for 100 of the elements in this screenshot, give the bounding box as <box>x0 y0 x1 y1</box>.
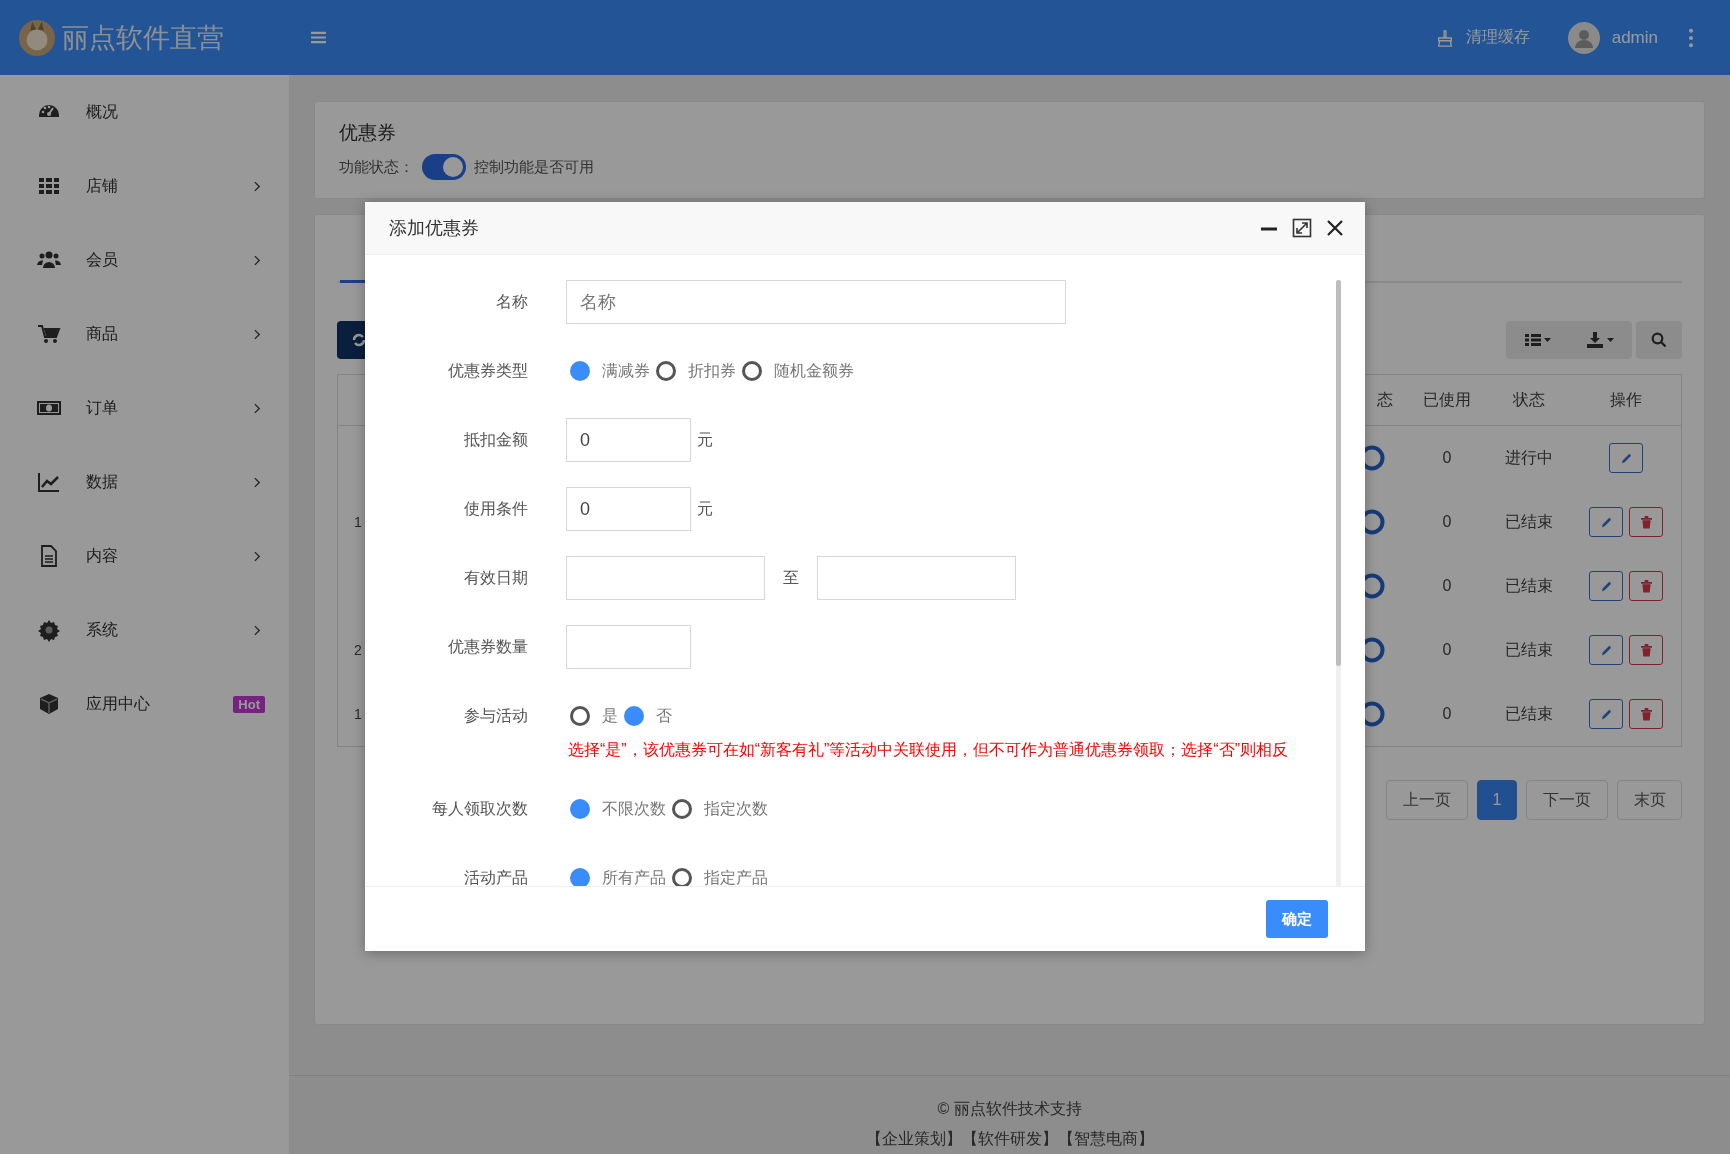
field-label: 名称 <box>495 292 528 312</box>
delete-button[interactable] <box>1629 507 1663 537</box>
page-button[interactable]: 1 <box>1477 780 1517 820</box>
radio-label[interactable]: 所有产品 <box>602 867 666 886</box>
table-cell: 0 <box>1442 513 1452 531</box>
edit-button[interactable] <box>1589 699 1623 729</box>
radio-button[interactable] <box>570 868 590 886</box>
amount-field[interactable]: 0 <box>566 487 691 531</box>
radio-button[interactable] <box>672 799 692 819</box>
table-cell-text: 2 <box>353 642 362 658</box>
unit-label: 元 <box>697 498 713 519</box>
edit-button[interactable] <box>1589 571 1623 601</box>
menu-icon[interactable] <box>311 31 326 44</box>
download-icon <box>1586 332 1615 348</box>
radio-label[interactable]: 满减券 <box>602 360 650 382</box>
pencil-icon <box>1599 515 1613 529</box>
sidebar-item[interactable]: 数据 <box>0 445 289 519</box>
quantity-field[interactable] <box>566 625 691 669</box>
clear-cache-button[interactable]: 清理缓存 <box>1435 27 1530 48</box>
cube-icon <box>37 692 61 716</box>
radio-button[interactable] <box>742 361 762 381</box>
copyright-text: © 丽点软件技术支持 <box>936 1099 1083 1119</box>
field-label: 优惠券数量 <box>447 637 528 657</box>
range-separator: 至 <box>783 567 799 588</box>
date-field[interactable] <box>817 556 1016 600</box>
table-cell: 0 <box>1442 577 1452 595</box>
avatar-icon <box>1567 21 1600 54</box>
toggle-switch[interactable] <box>422 154 466 180</box>
radio-button[interactable] <box>570 706 590 726</box>
radio-label[interactable]: 否 <box>656 705 672 727</box>
radio-label[interactable]: 指定次数 <box>704 798 768 820</box>
pencil-icon <box>1599 707 1613 721</box>
list-icon <box>1524 333 1551 347</box>
hint-text: 选择“是”，该优惠券可在如“新客有礼”等活动中关联使用，但不可作为普通优惠券领取；选择“否”则相反 <box>568 740 1288 760</box>
sidebar-item[interactable]: 概况 <box>0 75 289 149</box>
switch-hint: 控制功能是否可用 <box>474 157 594 177</box>
pencil-icon <box>1619 451 1633 465</box>
radio-label[interactable]: 是 <box>602 705 618 727</box>
cart-icon <box>37 322 61 346</box>
radio-button[interactable] <box>570 361 590 381</box>
delete-button[interactable] <box>1629 571 1663 601</box>
table-cell-text: 1 <box>353 706 362 722</box>
user-name[interactable]: admin <box>1611 27 1658 48</box>
table-cell-text: 已结束 <box>1505 575 1553 596</box>
edit-button[interactable] <box>1589 507 1623 537</box>
chevron-icon <box>254 624 261 636</box>
more-icon[interactable] <box>1688 27 1694 48</box>
sidebar-item[interactable]: 会员 <box>0 223 289 297</box>
trash-icon <box>1640 579 1652 593</box>
field-label: 有效日期 <box>463 568 528 588</box>
maximize-icon[interactable] <box>1292 218 1312 238</box>
trash-icon <box>1640 707 1652 721</box>
radio-button[interactable] <box>570 799 590 819</box>
confirm-button[interactable]: 确定 <box>1266 900 1328 938</box>
sidebar-item[interactable]: 商品 <box>0 297 289 371</box>
chevron-icon <box>254 476 261 488</box>
table-cell: 0 <box>1442 641 1452 659</box>
trash-icon <box>1640 515 1652 529</box>
page-button[interactable]: 末页 <box>1617 780 1682 820</box>
radio-label[interactable]: 指定产品 <box>704 867 768 886</box>
name-field[interactable]: 名称 <box>566 280 1066 324</box>
table-cell: 0 <box>1442 705 1452 723</box>
card-title: 优惠券 <box>339 121 397 145</box>
column-header: 已使用 <box>1423 389 1471 410</box>
radio-button[interactable] <box>624 706 644 726</box>
delete-button[interactable] <box>1629 699 1663 729</box>
brand-name: 丽点软件直营 <box>62 21 224 55</box>
close-icon[interactable] <box>1325 218 1345 238</box>
sidebar-item[interactable]: 内容 <box>0 519 289 593</box>
table-cell-text: 1 <box>353 514 362 530</box>
hot-badge: Hot <box>233 695 265 713</box>
sidebar-item[interactable]: 系统 <box>0 593 289 667</box>
radio-label[interactable]: 不限次数 <box>602 798 666 820</box>
radio-button[interactable] <box>656 361 676 381</box>
table-cell-text: 已结束 <box>1505 639 1553 660</box>
edit-button[interactable] <box>1589 635 1623 665</box>
sidebar-item[interactable]: 店铺 <box>0 149 289 223</box>
edit-button[interactable] <box>1609 443 1643 473</box>
page-button[interactable]: 下一页 <box>1526 780 1608 820</box>
unit-label: 元 <box>697 429 713 450</box>
radio-label[interactable]: 随机金额券 <box>774 360 854 382</box>
sidebar-item[interactable]: 应用中心 Hot <box>0 667 289 741</box>
search-icon <box>1651 332 1667 348</box>
field-label: 优惠券类型 <box>447 361 528 381</box>
date-field[interactable] <box>566 556 765 600</box>
radio-button[interactable] <box>672 868 692 886</box>
search-button[interactable] <box>1636 321 1682 359</box>
field-label: 活动产品 <box>463 868 528 886</box>
scrollbar[interactable] <box>1336 280 1341 886</box>
page-button[interactable]: 上一页 <box>1386 780 1468 820</box>
table-cell-text: 已结束 <box>1505 511 1553 532</box>
field-label: 每人领取次数 <box>431 799 528 819</box>
amount-field[interactable]: 0 <box>566 418 691 462</box>
pencil-icon <box>1599 643 1613 657</box>
sidebar-item[interactable]: 订单 <box>0 371 289 445</box>
delete-button[interactable] <box>1629 635 1663 665</box>
footer-links[interactable]: 【企业策划】【软件研发】【智慧电商】 <box>289 1124 1730 1154</box>
radio-label[interactable]: 折扣券 <box>688 360 736 382</box>
dialog-title: 添加优惠券 <box>389 217 479 240</box>
column-header: 状态 <box>1513 389 1545 410</box>
